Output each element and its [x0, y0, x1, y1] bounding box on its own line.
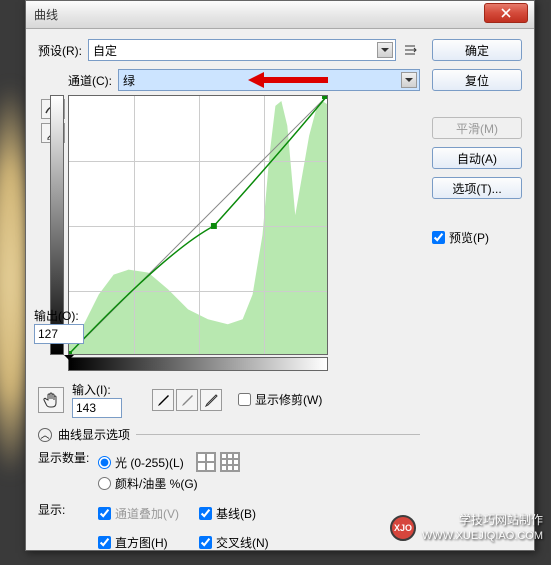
options-button[interactable]: 选项(T)...	[432, 177, 522, 199]
input-input[interactable]	[72, 398, 122, 418]
preset-dropdown[interactable]: 自定	[88, 39, 396, 61]
light-radio[interactable]	[98, 456, 111, 469]
watermark: XJO 学技巧网站制作 WWW.XUEJIQIAO.COM	[390, 513, 543, 543]
eyedropper-black-icon[interactable]	[152, 389, 174, 411]
hand-tool-icon[interactable]	[38, 387, 64, 413]
eyedropper-white-icon[interactable]	[200, 389, 222, 411]
histogram-checkbox[interactable]	[98, 536, 111, 549]
chevron-down-icon[interactable]	[377, 42, 393, 58]
channel-label: 通道(C):	[68, 72, 112, 89]
titlebar[interactable]: 曲线	[26, 1, 534, 29]
curves-graph[interactable]	[68, 95, 328, 355]
display-amount-label: 显示数量:	[38, 449, 98, 495]
black-point-slider[interactable]	[64, 355, 74, 365]
channel-overlay-label: 通道叠加(V)	[115, 505, 179, 522]
chevron-down-icon[interactable]	[401, 72, 417, 88]
curves-dialog: 曲线 预设(R): 自定 通道(C): 绿	[25, 0, 535, 551]
histogram-label: 直方图(H)	[115, 534, 168, 551]
intersection-label: 交叉线(N)	[216, 534, 269, 551]
watermark-logo-icon: XJO	[390, 515, 416, 541]
eyedropper-gray-icon[interactable]	[176, 389, 198, 411]
preset-menu-icon[interactable]	[400, 40, 420, 60]
intersection-checkbox[interactable]	[199, 536, 212, 549]
baseline-checkbox[interactable]	[199, 507, 212, 520]
pigment-radio[interactable]	[98, 477, 111, 490]
show-label: 显示:	[38, 501, 98, 555]
input-gradient[interactable]	[68, 357, 328, 371]
dialog-title: 曲线	[34, 6, 58, 23]
channel-overlay-checkbox[interactable]	[98, 507, 111, 520]
show-clipping-checkbox[interactable]	[238, 393, 251, 406]
pigment-label: 颜料/油墨 %(G)	[115, 475, 198, 492]
light-label: 光 (0-255)(L)	[115, 454, 184, 471]
baseline-label: 基线(B)	[216, 505, 256, 522]
output-input[interactable]	[34, 324, 84, 344]
preview-checkbox[interactable]	[432, 231, 445, 244]
ok-button[interactable]: 确定	[432, 39, 522, 61]
watermark-site: 学技巧网站制作	[422, 513, 543, 529]
grid-coarse-icon[interactable]	[196, 452, 216, 472]
section-collapse-icon[interactable]: ︿	[38, 428, 52, 442]
auto-button[interactable]: 自动(A)	[432, 147, 522, 169]
channel-value: 绿	[123, 72, 135, 89]
reset-button[interactable]: 复位	[432, 69, 522, 91]
close-button[interactable]	[484, 3, 528, 23]
grid-fine-icon[interactable]	[220, 452, 240, 472]
output-label: 输出(O):	[34, 307, 94, 324]
smooth-button: 平滑(M)	[432, 117, 522, 139]
preset-value: 自定	[93, 42, 117, 59]
preview-label: 预览(P)	[449, 229, 489, 246]
curve-options-label: 曲线显示选项	[58, 426, 130, 443]
watermark-url: WWW.XUEJIQIAO.COM	[422, 529, 543, 543]
input-label: 输入(I):	[72, 381, 132, 398]
curve-path	[69, 96, 327, 354]
annotation-arrow	[248, 71, 328, 89]
show-clipping-label: 显示修剪(W)	[255, 391, 322, 408]
preset-label: 预设(R):	[38, 42, 82, 59]
